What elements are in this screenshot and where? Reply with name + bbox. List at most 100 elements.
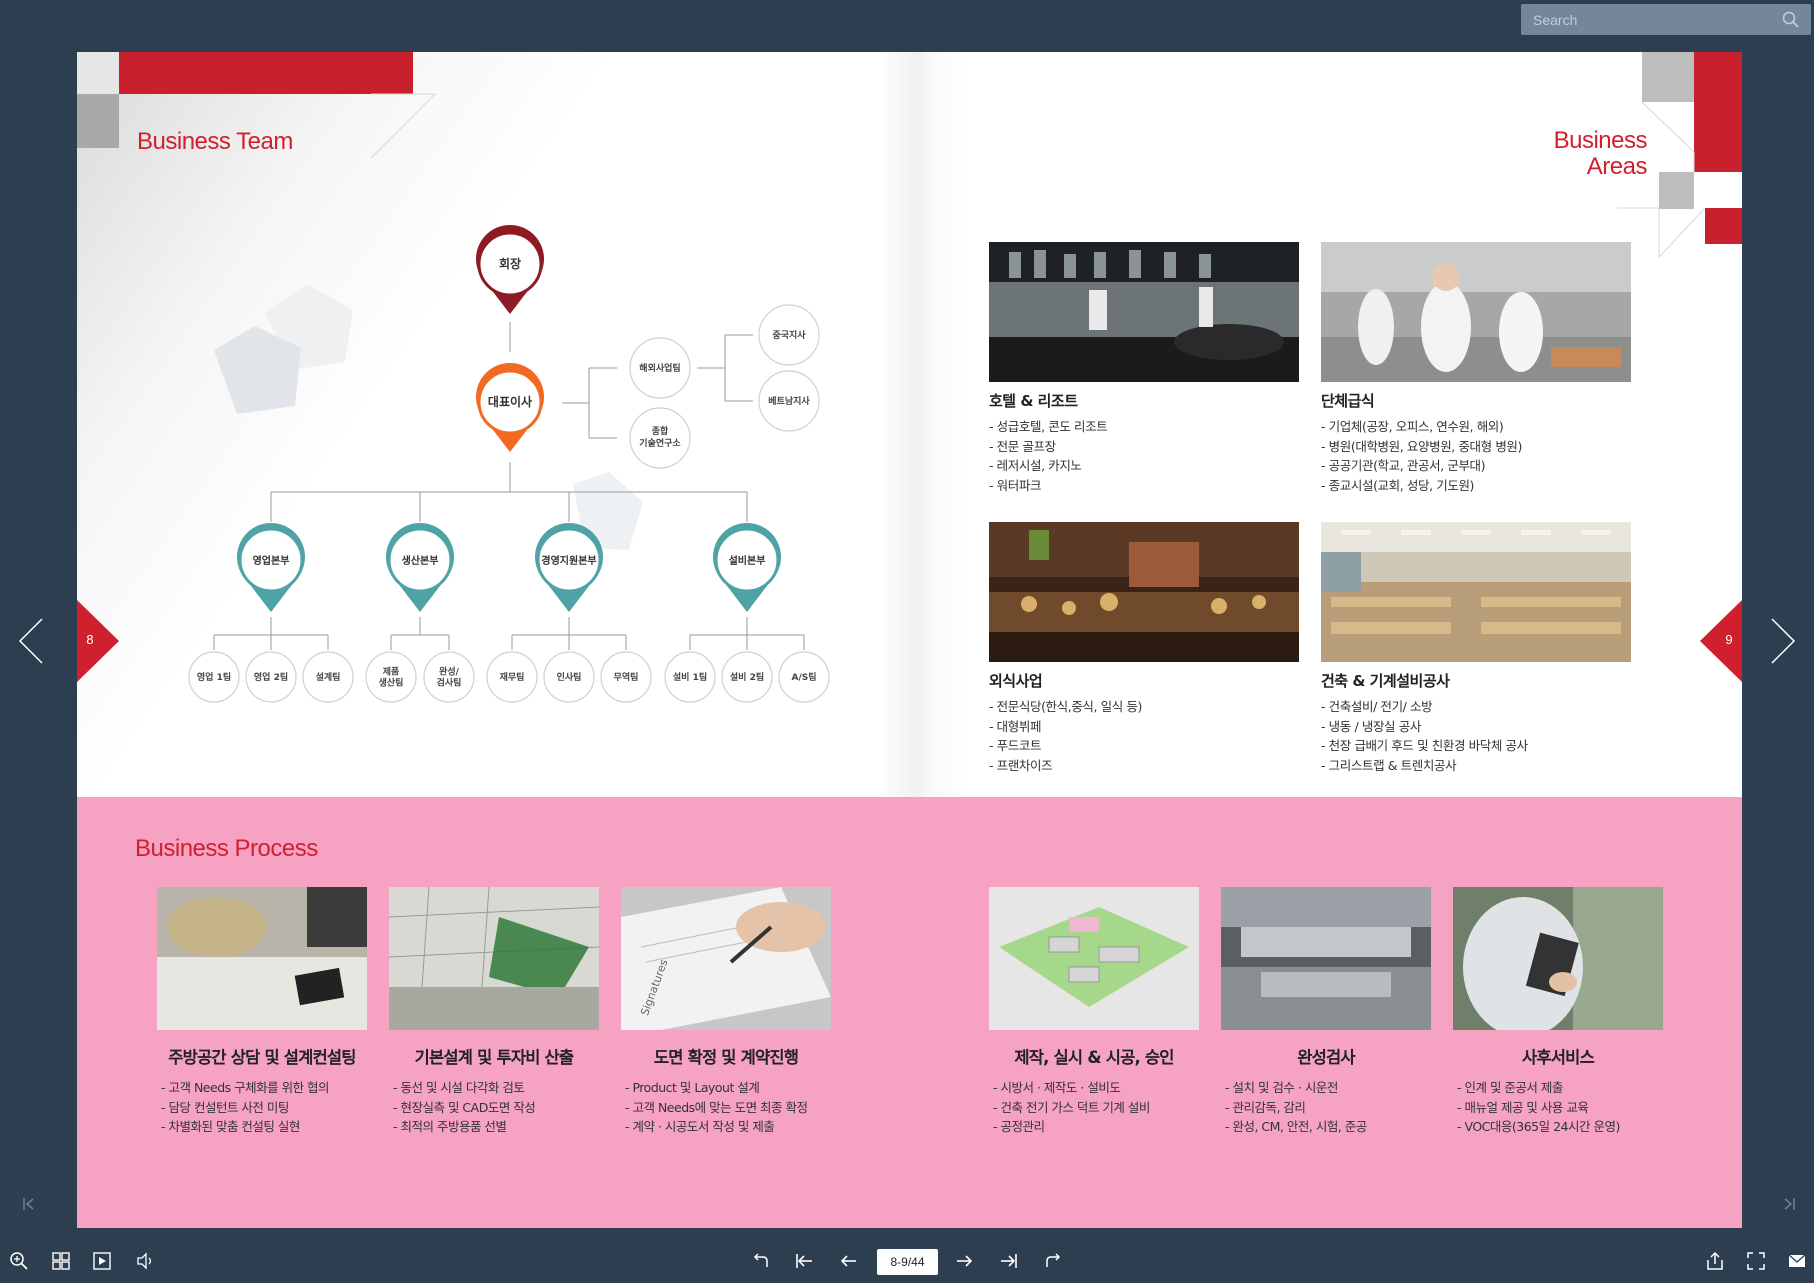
email-icon[interactable] xyxy=(1786,1250,1808,1272)
org-chart: 회장 대표이사 해외사업팀 종합 기술연구소 중국지사 베트남지사 영업본부 생산… xyxy=(188,224,830,703)
thumbnails-icon[interactable] xyxy=(50,1250,72,1272)
area-item: - 워터파크 xyxy=(989,477,1042,493)
division-node: 경영지원본부 xyxy=(535,522,603,612)
team-node: A/S팀 xyxy=(778,651,830,703)
division-label: 경영지원본부 xyxy=(541,554,596,567)
process-item: - VOC대응(365일 24시간 운영) xyxy=(1457,1119,1620,1134)
process-step-6: 사후서비스 - 인계 및 준공서 제출 - 매뉴얼 제공 및 사용 교육 - V… xyxy=(1453,887,1663,1137)
team-label: 검사팀 xyxy=(437,677,462,689)
area-item: - 병원(대학병원, 요양병원, 중대형 병원) xyxy=(1321,438,1523,454)
3d-kitchen-layout-photo xyxy=(989,887,1199,1030)
area-item: - 기업체(공장, 오피스, 연수원, 해외) xyxy=(1321,419,1504,434)
research-center-node xyxy=(629,407,691,469)
right-page-number-tab[interactable]: 9 xyxy=(1700,600,1742,682)
process-item: - 매뉴얼 제공 및 사용 교육 xyxy=(1457,1099,1589,1115)
process-step-4: 제작, 실시 & 시공, 승인 - 시방서 · 제작도 · 설비도 - 건축 전… xyxy=(989,887,1199,1137)
process-title: 주방공간 상담 및 설계컨설팅 xyxy=(168,1048,356,1067)
share-icon[interactable] xyxy=(1704,1250,1726,1272)
ceo-label: 대표이사 xyxy=(488,394,532,409)
chairman-node: 회장 xyxy=(476,224,544,314)
sound-icon[interactable] xyxy=(134,1250,156,1272)
undo-flip-icon[interactable] xyxy=(750,1250,772,1272)
zoom-icon[interactable] xyxy=(8,1250,30,1272)
team-label: 제품 xyxy=(383,666,400,678)
team-label: 설비 1팀 xyxy=(673,671,707,683)
area-item: - 프랜차이즈 xyxy=(989,757,1053,773)
left-page-number-tab[interactable]: 8 xyxy=(77,600,119,682)
area-item: - 푸드코트 xyxy=(989,738,1042,753)
first-page-icon[interactable] xyxy=(793,1250,815,1272)
business-process-title: Business Process xyxy=(135,835,318,862)
area-item: - 종교시설(교회, 성당, 기도원) xyxy=(1321,477,1475,493)
overseas-team-label: 해외사업팀 xyxy=(639,362,680,374)
process-step-3: Signatures 도면 확정 및 계약진행 - Product 및 Layo… xyxy=(621,887,831,1137)
process-item: - 최적의 주방용품 선별 xyxy=(393,1119,507,1134)
process-item: - 계약 · 시공도서 작성 및 제출 xyxy=(625,1119,775,1134)
bookmark-icon[interactable] xyxy=(91,1250,113,1272)
team-node: 설비 1팀 xyxy=(664,651,716,703)
division-node: 생산본부 xyxy=(386,522,455,612)
process-item: - 동선 및 시설 다각화 검토 xyxy=(393,1080,525,1095)
process-item: - 관리감독, 감리 xyxy=(1225,1099,1306,1115)
area-item: - 천장 급배기 후드 및 친환경 바닥체 공사 xyxy=(1321,738,1528,753)
team-node: 재무팀 xyxy=(486,651,538,703)
team-node: 완성/검사팀 xyxy=(423,651,475,703)
prev-page-arrow[interactable] xyxy=(14,615,54,667)
area-title: 건축 & 기계설비공사 xyxy=(1321,672,1450,690)
previous-page-icon[interactable] xyxy=(838,1250,860,1272)
area-item: - 성급호텔, 콘도 리조트 xyxy=(989,419,1108,434)
area-group-catering: 단체급식 - 기업체(공장, 오피스, 연수원, 해외) - 병원(대학병원, … xyxy=(1321,242,1631,495)
area-item: - 냉동 / 냉장실 공사 xyxy=(1321,718,1421,734)
area-title: 단체급식 xyxy=(1321,392,1375,410)
division-node: 영업본부 xyxy=(236,522,305,612)
process-item: - 설치 및 검수 · 시운전 xyxy=(1225,1080,1338,1095)
team-label: 완성/ xyxy=(439,666,460,678)
fullscreen-icon[interactable] xyxy=(1745,1250,1767,1272)
area-item: - 그리스트랩 & 트렌치공사 xyxy=(1321,757,1457,773)
area-item: - 레저시설, 카지노 xyxy=(989,458,1082,473)
right-page-number: 9 xyxy=(1725,632,1733,647)
team-label: 생산팀 xyxy=(379,677,404,689)
process-item: - 고객 Needs에 맞는 도면 최종 확정 xyxy=(625,1099,808,1115)
last-page-edge-icon[interactable] xyxy=(1782,1196,1796,1212)
redo-flip-icon[interactable] xyxy=(1042,1250,1064,1272)
area-restaurant: 외식사업 - 전문식당(한식,중식, 일식 등) - 대형뷔페 - 푸드코트 -… xyxy=(989,522,1299,775)
page-indicator[interactable]: 8-9/44 xyxy=(877,1249,938,1275)
process-step-2: 기본설계 및 투자비 산출 - 동선 및 시설 다각화 검토 - 현장실측 및 … xyxy=(389,887,599,1137)
area-item: - 전문식당(한식,중식, 일식 등) xyxy=(989,699,1143,714)
search-icon[interactable] xyxy=(1781,10,1801,30)
division-label: 생산본부 xyxy=(402,554,439,567)
area-item: - 대형뷔페 xyxy=(989,718,1042,734)
process-item: - 고객 Needs 구체화를 위한 협의 xyxy=(161,1080,330,1095)
team-node: 영업 1팀 xyxy=(188,651,240,703)
process-item: - 공정관리 xyxy=(993,1119,1045,1134)
process-title: 도면 확정 및 계약진행 xyxy=(653,1048,799,1067)
team-node: 설계팀 xyxy=(302,651,354,703)
finished-kitchen-photo xyxy=(1221,887,1431,1030)
last-page-icon[interactable] xyxy=(998,1250,1020,1272)
book-spread: Business Team Business Areas 회장 대표이사 해외사… xyxy=(77,52,1742,1228)
division-label: 설비본부 xyxy=(729,554,766,567)
division-label: 영업본부 xyxy=(253,554,290,567)
next-page-arrow[interactable] xyxy=(1762,615,1802,667)
consulting-photo xyxy=(157,887,367,1030)
area-item: - 전문 골프장 xyxy=(989,438,1056,454)
search-box[interactable] xyxy=(1521,4,1811,35)
vietnam-branch-label: 베트남지사 xyxy=(768,395,810,407)
left-page-number: 8 xyxy=(86,632,94,647)
process-title: 기본설계 및 투자비 산출 xyxy=(414,1048,574,1067)
search-input[interactable] xyxy=(1521,4,1771,35)
process-title: 제작, 실시 & 시공, 승인 xyxy=(1014,1048,1174,1067)
next-page-icon[interactable] xyxy=(953,1250,975,1272)
business-areas-title-line1: Business xyxy=(1553,127,1648,154)
catering-staff-photo xyxy=(1321,242,1631,382)
process-item: - 차별화된 맞춤 컨설팅 실현 xyxy=(161,1119,300,1134)
team-label: 설계팀 xyxy=(316,671,341,683)
team-node: 설비 2팀 xyxy=(721,651,773,703)
blueprint-photo xyxy=(389,887,599,1030)
process-step-5: 완성검사 - 설치 및 검수 · 시운전 - 관리감독, 감리 - 완성, CM… xyxy=(1221,887,1431,1137)
area-title: 호텔 & 리조트 xyxy=(989,392,1078,410)
first-page-edge-icon[interactable] xyxy=(22,1196,36,1212)
team-label: A/S팀 xyxy=(791,671,816,683)
team-label: 설비 2팀 xyxy=(730,671,764,683)
